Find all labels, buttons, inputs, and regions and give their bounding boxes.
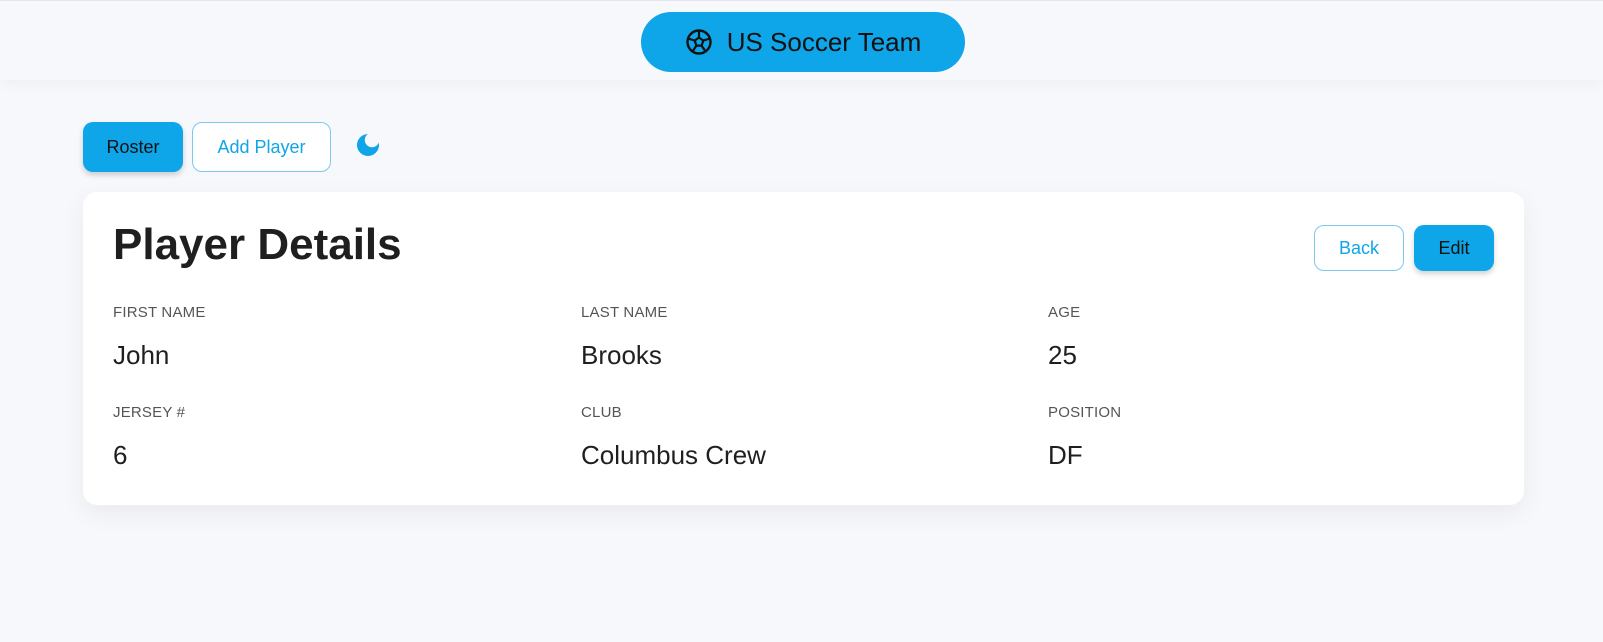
roster-button[interactable]: Roster	[83, 122, 183, 172]
field-value: Brooks	[581, 340, 662, 370]
field-value: John	[113, 340, 170, 370]
field-label: POSITION	[1048, 404, 1122, 421]
field-label: CLUB	[581, 404, 622, 421]
field-label: JERSEY #	[113, 404, 186, 421]
field-first-name: FIRST NAME John	[113, 304, 543, 371]
back-button[interactable]: Back	[1314, 225, 1404, 271]
card-actions: Back Edit	[1314, 225, 1494, 271]
brand-pill[interactable]: US Soccer Team	[641, 12, 965, 72]
main-nav: Roster Add Player	[83, 122, 382, 172]
player-details-card: Player Details Back Edit FIRST NAME John…	[83, 192, 1524, 505]
theme-toggle-button[interactable]	[354, 133, 382, 161]
field-value: DF	[1048, 440, 1083, 470]
field-club: CLUB Columbus Crew	[581, 404, 1011, 471]
field-age: AGE 25	[1048, 304, 1478, 371]
field-position: POSITION DF	[1048, 404, 1478, 471]
soccer-ball-icon	[685, 28, 713, 56]
field-last-name: LAST NAME Brooks	[581, 304, 1011, 371]
field-label: FIRST NAME	[113, 304, 206, 321]
field-jersey-number: JERSEY # 6	[113, 404, 543, 471]
top-bar: US Soccer Team	[0, 0, 1603, 80]
field-value: 6	[113, 440, 128, 470]
field-label: AGE	[1048, 304, 1081, 321]
add-player-button[interactable]: Add Player	[192, 122, 331, 172]
moon-icon	[355, 132, 381, 163]
brand-title: US Soccer Team	[726, 26, 922, 57]
field-label: LAST NAME	[581, 304, 668, 321]
page-title: Player Details	[113, 220, 402, 269]
field-value: Columbus Crew	[581, 440, 766, 470]
edit-button[interactable]: Edit	[1414, 225, 1494, 271]
field-value: 25	[1048, 340, 1077, 370]
